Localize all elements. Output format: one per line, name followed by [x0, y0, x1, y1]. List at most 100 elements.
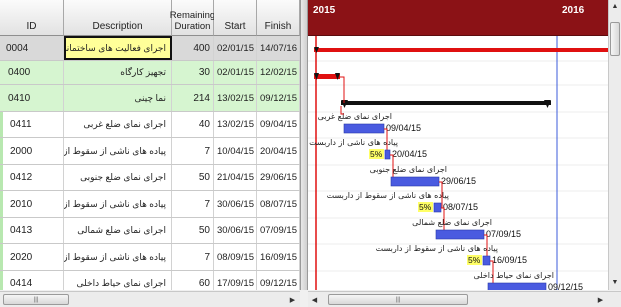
cell-finish: 09/12/15	[257, 85, 300, 111]
activity-label: اجرای نمای ضلع غربی	[318, 112, 392, 121]
percent-complete-text: 5%	[468, 255, 481, 265]
cell-duration: 60	[172, 271, 214, 290]
cell-finish: 12/02/15	[257, 61, 300, 84]
cell-finish: 09/04/15	[257, 112, 300, 137]
percent-complete-text: 5%	[370, 149, 383, 159]
year-label-2015: 2015	[313, 5, 336, 16]
cell-id: 0412	[0, 165, 64, 190]
gantt-horizontal-scroll-thumb[interactable]: |||	[328, 294, 468, 305]
table-horizontal-scroll-thumb[interactable]: |||	[3, 294, 69, 305]
finish-date-label: 20/04/15	[392, 149, 427, 159]
cell-description: پیاده های ناشی از سقوط از داربست	[64, 244, 172, 270]
table-row[interactable]: 0410 نما چینی 214 13/02/15 09/12/15	[0, 85, 300, 112]
table-horizontal-scrollbar[interactable]: ||| ▶	[0, 291, 300, 307]
activity-label: اجرای نمای ضلع شمالی	[412, 218, 492, 227]
activity-label: اجرای نمای ضلع جنوبی	[370, 165, 447, 174]
column-header-description-label: Description	[92, 21, 143, 32]
table-row[interactable]: 2020پیاده های ناشی از سقوط از داربست708/…	[0, 244, 300, 271]
relationship-link	[340, 76, 345, 103]
down-arrow-icon[interactable]: ▼	[609, 276, 621, 289]
up-arrow-icon[interactable]: ▲	[609, 0, 621, 13]
cell-duration: 40	[172, 112, 214, 137]
table-row[interactable]: 0413 اجرای نمای ضلع شمالی 50 30/06/15 07/09/…	[0, 218, 300, 244]
cell-start: 17/09/15	[214, 271, 257, 290]
cell-description: پیاده های ناشی از سقوط از داربست	[64, 191, 172, 217]
column-header-id[interactable]: ID	[0, 0, 64, 36]
cell-id: 0411	[0, 112, 64, 137]
cell-finish: 20/04/15	[257, 138, 300, 164]
column-header-description[interactable]: Description	[64, 0, 172, 36]
table-row[interactable]: 2010پیاده های ناشی از سقوط از داربست730/…	[0, 191, 300, 218]
cell-id: 0410	[0, 85, 64, 111]
table-row[interactable]: 2000پیاده های ناشی از سقوط از داربست710/…	[0, 138, 300, 165]
gantt-body[interactable]: اجرای نمای ضلع غربی 09/04/15 پیاده های ناش…	[308, 36, 608, 290]
cell-finish: 07/09/15	[257, 218, 300, 243]
finish-date-label: 16/09/15	[492, 255, 527, 265]
cell-id: 2010	[0, 191, 64, 217]
cell-duration: 30	[172, 61, 214, 84]
cell-start: 02/01/15	[214, 36, 257, 60]
column-header-id-label: ID	[26, 21, 37, 32]
cell-description: اجرای نمای حیاط داخلی	[64, 271, 172, 290]
finish-date-label: 09/12/15	[548, 282, 583, 290]
activity-bar	[433, 202, 442, 213]
column-header-start-label: Start	[224, 21, 246, 32]
cell-start: 21/04/15	[214, 165, 257, 190]
vertical-scrollbar[interactable]: ▲ ▼	[608, 0, 621, 290]
activity-bar	[390, 176, 440, 187]
timescale-header: 2015 2016	[308, 0, 608, 36]
finish-date-label: 09/04/15	[386, 123, 421, 133]
table-row[interactable]: 0414 اجرای نمای حیاط داخلی 60 17/09/15 09/12…	[0, 271, 300, 290]
cell-duration: 7	[172, 191, 214, 217]
cell-id: 2000	[0, 138, 64, 164]
gantt-canvas: اجرای نمای ضلع غربی 09/04/15 پیاده های ناش…	[308, 36, 608, 290]
cell-start: 08/09/15	[214, 244, 257, 270]
cell-description: اجرای نمای ضلع جنوبی	[64, 165, 172, 190]
cell-description[interactable]: اجرای فعالیت های ساختمانی	[64, 36, 172, 60]
column-header-remaining-duration[interactable]: Remaining Duration	[169, 0, 216, 36]
column-header-finish-label: Finish	[264, 21, 292, 32]
cell-id: 0413	[0, 218, 64, 243]
table-row[interactable]: 0411 اجرای نمای ضلع غربی 40 13/02/15 09/04/1…	[0, 112, 300, 138]
column-header-duration-label: Remaining Duration	[169, 10, 216, 32]
cell-start: 10/04/15	[214, 138, 257, 164]
table-row[interactable]: 0400 تجهیز کارگاه 30 02/01/15 12/02/15	[0, 61, 300, 85]
cell-duration: 400	[172, 36, 214, 60]
cell-description: تجهیز کارگاه	[64, 61, 172, 84]
finish-date-label: 07/09/15	[486, 229, 521, 239]
activity-label: پیاده های ناشی از داربست	[309, 138, 398, 147]
activity-bar	[384, 149, 391, 160]
finish-date-label: 29/06/15	[441, 176, 476, 186]
summary-bar-0410	[341, 101, 551, 105]
column-header-start[interactable]: Start	[214, 0, 257, 36]
cell-start: 02/01/15	[214, 61, 257, 84]
year-label-2016: 2016	[562, 5, 585, 16]
pane-splitter[interactable]	[300, 0, 308, 290]
table-row[interactable]: 0004 اجرای فعالیت های ساختمانی 400 02/01/15…	[0, 36, 300, 61]
cell-start: 13/02/15	[214, 112, 257, 137]
cell-finish: 14/07/16	[257, 36, 300, 60]
summary-bar-0004	[314, 48, 608, 52]
gantt-horizontal-scrollbar[interactable]: ◀ ||| ▶	[308, 291, 621, 307]
finish-date-label: 08/07/15	[443, 202, 478, 212]
right-arrow-icon[interactable]: ▶	[594, 292, 607, 307]
cell-description: اجرای نمای ضلع غربی	[64, 112, 172, 137]
activity-label: اجرای نمای حیاط داخلی	[474, 271, 555, 280]
cell-description: نما چینی	[64, 85, 172, 111]
project-schedule-window: ID Description Remaining Duration Start …	[0, 0, 621, 307]
cell-id: 0414	[0, 271, 64, 290]
activity-bar	[482, 255, 491, 266]
vertical-scroll-thumb[interactable]	[610, 22, 620, 56]
right-arrow-icon[interactable]: ▶	[286, 292, 299, 307]
activity-label: پیاده های ناشی از سقوط از داربست	[376, 244, 498, 253]
cell-duration: 7	[172, 138, 214, 164]
cell-start: 30/06/15	[214, 218, 257, 243]
cell-duration: 50	[172, 165, 214, 190]
column-header-finish[interactable]: Finish	[257, 0, 300, 36]
cell-description: پیاده های ناشی از سقوط از داربست	[64, 138, 172, 164]
activity-table: ID Description Remaining Duration Start …	[0, 0, 300, 290]
table-row[interactable]: 0412 اجرای نمای ضلع جنوبی 50 21/04/15 29/06/…	[0, 165, 300, 191]
cell-finish: 08/07/15	[257, 191, 300, 217]
left-arrow-icon[interactable]: ◀	[308, 292, 321, 307]
activity-bar	[487, 282, 547, 290]
